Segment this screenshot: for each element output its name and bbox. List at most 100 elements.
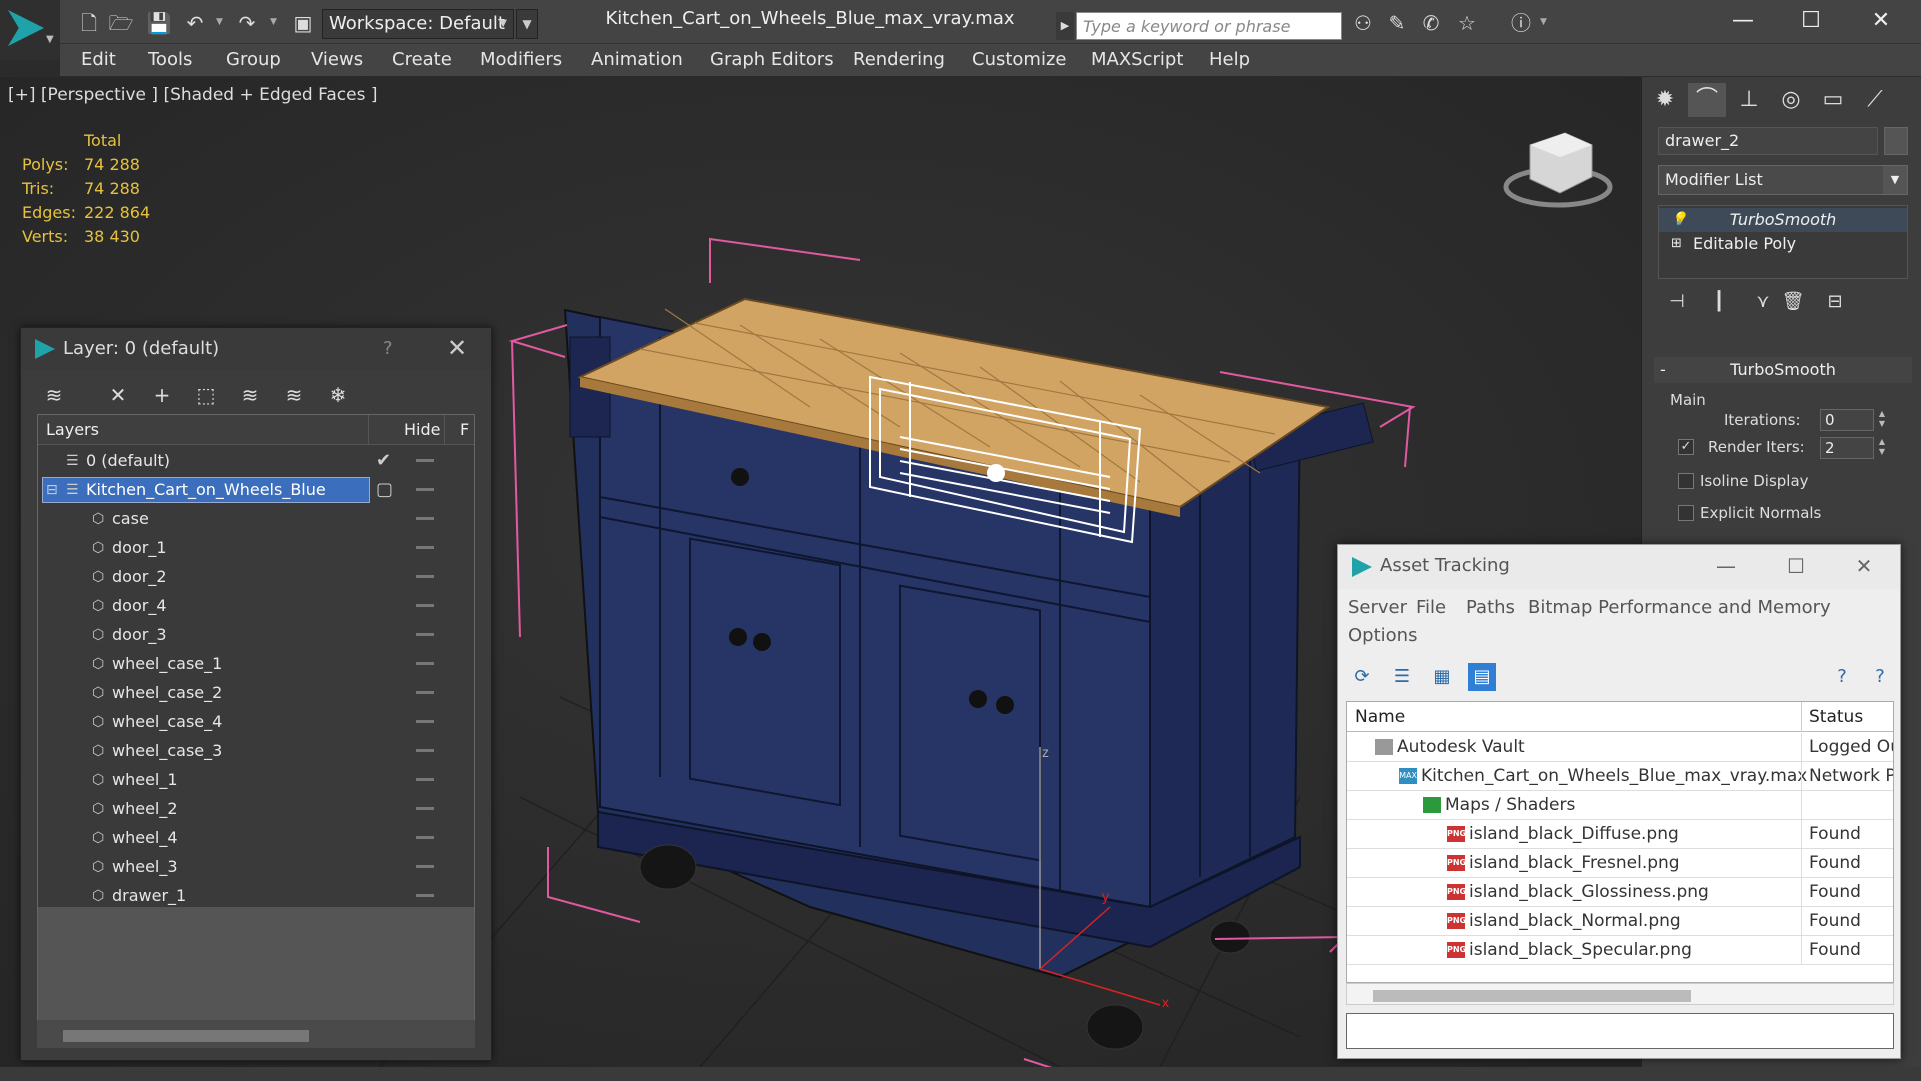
favorites-star-icon[interactable]: ☆ — [1454, 12, 1480, 34]
layer-object-row[interactable]: ⬡ case — [38, 505, 474, 533]
current-layer-check-icon[interactable]: ✔ — [376, 447, 391, 475]
asset-menu-file[interactable]: File — [1416, 597, 1446, 618]
asset-row[interactable]: PNG island_black_Fresnel.png Found — [1347, 849, 1893, 878]
asset-row[interactable]: PNG island_black_Specular.png Found — [1347, 936, 1893, 965]
binoculars-icon[interactable]: ⚇ — [1350, 12, 1376, 34]
save-icon[interactable]: 💾 — [146, 12, 172, 34]
workspace-menu-button[interactable]: ▼ — [516, 9, 538, 39]
layer-object-row[interactable]: ⬡ drawer_1 — [38, 882, 474, 910]
modifier-list-dropdown[interactable]: Modifier List ▼ — [1658, 165, 1908, 195]
layer-object-row[interactable]: ⬡ door_1 — [38, 534, 474, 562]
spinner-arrows-icon[interactable]: ▲ ▼ — [1876, 437, 1888, 459]
menu-views[interactable]: Views — [311, 49, 363, 70]
display-tab-icon[interactable]: ▭ — [1814, 83, 1852, 117]
pin-stack-icon[interactable]: ⊣ — [1664, 291, 1690, 317]
rollout-header[interactable]: - TurboSmooth — [1654, 357, 1912, 383]
layer-object-row[interactable]: ⬡ door_2 — [38, 563, 474, 591]
help-dropdown-icon[interactable]: ▼ — [1540, 17, 1547, 27]
layer-object-row[interactable]: ⬡ wheel_case_1 — [38, 650, 474, 678]
column-status[interactable]: Status — [1809, 707, 1863, 727]
show-end-result-icon[interactable]: ┃ — [1706, 291, 1732, 317]
menu-tools[interactable]: Tools — [148, 49, 192, 70]
hide-toggle[interactable] — [416, 778, 434, 781]
thumbnail-view-icon[interactable]: ▦ — [1428, 663, 1456, 691]
horizontal-scrollbar[interactable] — [1346, 983, 1894, 1005]
search-expand-icon[interactable]: ▶ — [1056, 12, 1074, 40]
hierarchy-tab-icon[interactable]: ⊥ — [1730, 83, 1768, 117]
undo-dropdown-icon[interactable]: ▼ — [216, 17, 223, 27]
asset-menu-bitmap-performance[interactable]: Bitmap Performance and Memory — [1528, 597, 1831, 618]
scrollbar-thumb[interactable] — [63, 1030, 309, 1042]
tools-icon[interactable]: ✎ — [1384, 12, 1410, 34]
layer-object-row[interactable]: ⬡ wheel_3 — [38, 853, 474, 881]
open-file-icon[interactable]: 🗁 — [108, 12, 134, 34]
layer-object-row[interactable]: ⬡ door_4 — [38, 592, 474, 620]
light-bulb-icon[interactable]: 💡 — [1671, 208, 1687, 232]
layer-object-row[interactable]: ⬡ wheel_case_3 — [38, 737, 474, 765]
hide-toggle[interactable] — [416, 894, 434, 897]
asset-row[interactable]: PNG island_black_Diffuse.png Found — [1347, 820, 1893, 849]
hide-toggle[interactable] — [416, 604, 434, 607]
layer-object-row[interactable]: ⬡ wheel_case_2 — [38, 679, 474, 707]
highlight-selected-icon[interactable]: ≋ — [235, 380, 265, 410]
hide-toggle[interactable] — [416, 836, 434, 839]
close-icon[interactable]: ✕ — [447, 334, 467, 362]
expand-plus-icon[interactable]: ⊞ — [1671, 232, 1682, 256]
column-name[interactable]: Name — [1355, 707, 1405, 727]
explicit-normals-checkbox[interactable] — [1678, 505, 1694, 521]
hide-toggle[interactable] — [416, 662, 434, 665]
hide-toggle[interactable] — [416, 575, 434, 578]
spinner-arrows-icon[interactable]: ▲ ▼ — [1876, 409, 1888, 431]
hide-toggle[interactable] — [416, 517, 434, 520]
layer-row[interactable]: ☰ 0 (default) ✔ — [38, 447, 474, 475]
column-layers[interactable]: Layers — [46, 420, 99, 439]
help-icon[interactable]: ? — [1828, 663, 1856, 691]
render-iters-spinner[interactable]: 2 — [1820, 437, 1874, 459]
layer-object-row[interactable]: ⬡ door_3 — [38, 621, 474, 649]
hide-toggle[interactable] — [416, 749, 434, 752]
viewport-label-menu[interactable]: [+] [Perspective ] [Shaded + Edged Faces… — [8, 85, 377, 105]
asset-menu-server[interactable]: Server — [1348, 597, 1407, 618]
refresh-icon[interactable]: ⟳ — [1348, 663, 1376, 691]
menu-graph-editors[interactable]: Graph Editors — [710, 49, 834, 70]
table-view-icon[interactable]: ▤ — [1468, 663, 1496, 691]
make-unique-icon[interactable]: ⋎ — [1750, 291, 1776, 317]
iterations-spinner[interactable]: 0 — [1820, 409, 1874, 431]
hide-toggle[interactable] — [416, 459, 434, 462]
list-view-icon[interactable]: ☰ — [1388, 663, 1416, 691]
project-folder-icon[interactable]: ▣ — [290, 12, 316, 34]
render-iters-checkbox[interactable]: ✓ — [1678, 439, 1694, 455]
layer-object-row[interactable]: ⬡ wheel_case_4 — [38, 708, 474, 736]
asset-row[interactable]: MAX Kitchen_Cart_on_Wheels_Blue_max_vray.… — [1347, 762, 1893, 791]
menu-animation[interactable]: Animation — [591, 49, 683, 70]
asset-row[interactable]: Maps / Shaders — [1347, 791, 1893, 820]
maximize-icon[interactable]: ☐ — [1776, 551, 1816, 581]
object-name-field[interactable]: drawer_2 — [1658, 127, 1878, 155]
select-objects-icon[interactable]: ⬚ — [191, 380, 221, 410]
layer-row[interactable]: ☰ ⊟ Kitchen_Cart_on_Wheels_Blue ▢ — [38, 476, 474, 504]
redo-icon[interactable]: ↷ — [234, 12, 260, 34]
hide-toggle[interactable] — [416, 865, 434, 868]
minimize-icon[interactable]: — — [1720, 6, 1766, 36]
asset-menu-options[interactable]: Options — [1348, 625, 1417, 646]
modify-tab-icon[interactable]: ⌒ — [1688, 83, 1726, 117]
layer-dialog-titlebar[interactable]: Layer: 0 (default) ? ✕ — [21, 328, 491, 370]
whats-this-icon[interactable]: ? — [1866, 663, 1894, 691]
hide-toggle[interactable] — [416, 546, 434, 549]
maximize-icon[interactable]: ☐ — [1788, 6, 1834, 36]
isoline-display-checkbox[interactable] — [1678, 473, 1694, 489]
asset-menu-paths[interactable]: Paths — [1466, 597, 1515, 618]
object-color-swatch[interactable] — [1884, 127, 1908, 155]
app-logo-button[interactable]: ▼ — [0, 0, 60, 60]
column-freeze[interactable]: F — [460, 420, 469, 439]
menu-group[interactable]: Group — [226, 49, 281, 70]
add-selection-icon[interactable]: + — [147, 380, 177, 410]
search-input[interactable] — [1076, 12, 1342, 40]
menu-help[interactable]: Help — [1209, 49, 1250, 70]
hide-toggle[interactable] — [416, 720, 434, 723]
asset-row[interactable]: PNG island_black_Normal.png Found — [1347, 907, 1893, 936]
help-icon[interactable]: ⓘ — [1508, 12, 1534, 34]
hide-toggle[interactable] — [416, 807, 434, 810]
asset-row[interactable]: Autodesk Vault Logged Ou — [1347, 733, 1893, 762]
help-button[interactable]: ? — [383, 338, 393, 359]
